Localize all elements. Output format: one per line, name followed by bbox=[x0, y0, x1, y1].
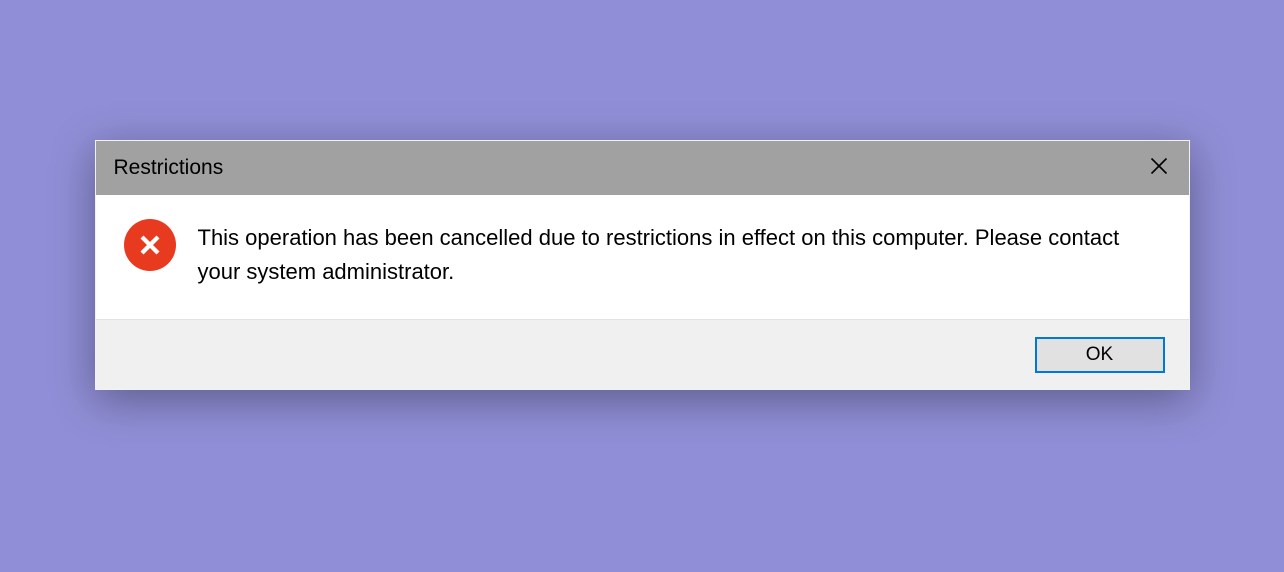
restrictions-dialog: Restrictions This operation has been can… bbox=[95, 140, 1190, 390]
dialog-message: This operation has been cancelled due to… bbox=[198, 217, 1161, 289]
ok-button[interactable]: OK bbox=[1035, 337, 1165, 373]
dialog-title: Restrictions bbox=[114, 156, 224, 180]
titlebar: Restrictions bbox=[96, 141, 1189, 195]
close-button[interactable] bbox=[1147, 156, 1171, 180]
error-icon-container bbox=[124, 219, 176, 271]
error-icon bbox=[124, 219, 176, 271]
dialog-body: This operation has been cancelled due to… bbox=[96, 195, 1189, 319]
dialog-footer: OK bbox=[96, 319, 1189, 389]
close-icon bbox=[1150, 157, 1168, 180]
